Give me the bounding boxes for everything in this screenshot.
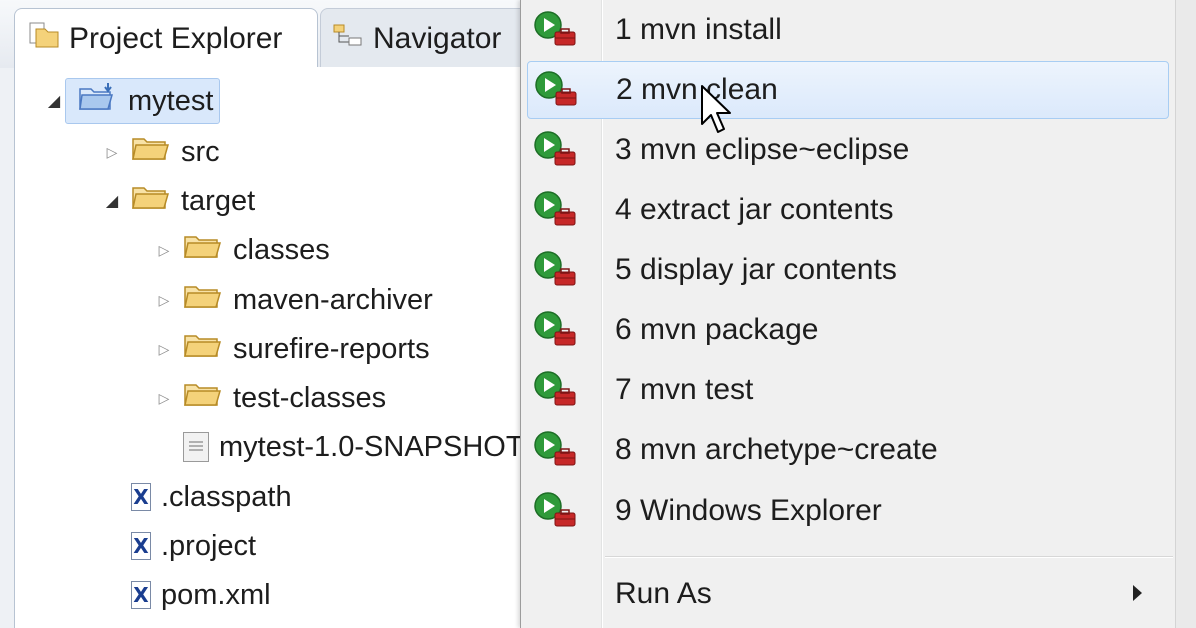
menu-item-label: 6 mvn package (615, 313, 819, 346)
tree-item-maven-archiver[interactable]: ▷ maven-archiver (153, 277, 433, 323)
external-tool-run-icon (531, 188, 579, 240)
tree-item-jar[interactable]: mytest-1.0-SNAPSHOT.jar (175, 424, 561, 470)
menu-item-mvn-eclipse[interactable]: 3 mvn eclipse~eclipse (527, 121, 1169, 179)
collapse-arrow-icon[interactable]: ▷ (153, 242, 175, 259)
menu-item-windows-explorer[interactable]: 9 Windows Explorer (527, 482, 1169, 540)
menu-item-label: 2 mvn clean (616, 73, 778, 106)
collapse-arrow-icon[interactable]: ▷ (153, 390, 175, 407)
editor-edge (1175, 0, 1196, 628)
tree-item-label: surefire-reports (233, 332, 430, 365)
tree-item-label: pom.xml (161, 578, 271, 611)
tree-item-label: src (181, 135, 220, 168)
folder-icon (183, 330, 223, 368)
external-tool-run-icon (531, 248, 579, 300)
menu-item-mvn-test[interactable]: 7 mvn test (527, 361, 1169, 419)
external-tool-run-icon (531, 489, 579, 541)
folder-icon (183, 379, 223, 417)
folder-icon (131, 182, 171, 220)
external-tool-run-icon (532, 68, 580, 120)
menu-item-label: 9 Windows Explorer (615, 494, 882, 527)
tab-label: Project Explorer (69, 21, 283, 55)
jar-file-icon (183, 432, 209, 462)
menu-item-label: 7 mvn test (615, 373, 754, 406)
menu-item-label: 5 display jar contents (615, 253, 897, 286)
external-tool-run-icon (531, 8, 579, 60)
collapse-arrow-icon[interactable]: ▷ (153, 292, 175, 309)
tree-item-mytest[interactable]: ◢ mytest (43, 78, 221, 124)
tree-item-target[interactable]: ◢ target (101, 178, 255, 224)
menu-item-label: 3 mvn eclipse~eclipse (615, 133, 910, 166)
menu-item-mvn-install[interactable]: 1 mvn install (527, 1, 1169, 59)
tree-item-label: .project (161, 529, 257, 562)
tree-item-label: mytest (128, 84, 214, 117)
tree-item-surefire-reports[interactable]: ▷ surefire-reports (153, 326, 430, 372)
tree-item-project[interactable]: X .project (123, 523, 256, 569)
external-tool-run-icon (531, 308, 579, 360)
xml-file-icon: X (131, 581, 151, 609)
project-tree: ◢ mytest ▷ src ◢ target ▷ classes ▷ mave… (14, 67, 561, 628)
menu-item-run-as[interactable]: Run As (527, 565, 1169, 623)
folder-icon (131, 133, 171, 171)
tree-item-src[interactable]: ▷ src (101, 129, 220, 175)
menu-item-mvn-clean[interactable]: 2 mvn clean (527, 61, 1169, 119)
project-folder-icon (78, 81, 118, 121)
collapse-arrow-icon[interactable]: ▷ (101, 144, 123, 161)
tree-item-pom-xml[interactable]: X pom.xml (123, 572, 271, 618)
tree-item-classes[interactable]: ▷ classes (153, 227, 330, 273)
menu-separator (605, 556, 1173, 558)
collapse-arrow-icon[interactable]: ▷ (153, 341, 175, 358)
view-tab-bar: Project Explorer Navigator (0, 0, 560, 68)
menu-item-display-jar[interactable]: 5 display jar contents (527, 241, 1169, 299)
project-explorer-icon (27, 19, 61, 59)
menu-item-mvn-package[interactable]: 6 mvn package (527, 301, 1169, 359)
menu-item-label: Run As (615, 577, 712, 610)
menu-item-label: 1 mvn install (615, 13, 782, 46)
expand-arrow-icon[interactable]: ◢ (43, 91, 65, 111)
submenu-arrow-icon (1133, 585, 1142, 601)
external-tool-run-icon (531, 428, 579, 480)
navigator-icon (331, 20, 365, 58)
project-explorer-view: Project Explorer Navigator ◢ mytest ▷ sr… (0, 0, 561, 628)
menu-item-mvn-archetype[interactable]: 8 mvn archetype~create (527, 421, 1169, 479)
external-tool-run-icon (531, 128, 579, 180)
xml-file-icon: X (131, 483, 151, 511)
tree-item-label: test-classes (233, 381, 387, 414)
external-tools-menu: 1 mvn install 2 mvn clean 3 mvn eclipse~… (520, 0, 1196, 628)
xml-file-icon: X (131, 532, 151, 560)
tree-item-label: .classpath (161, 480, 292, 513)
tab-label: Navigator (373, 21, 502, 55)
tree-item-label: target (181, 184, 256, 217)
menu-item-label: 4 extract jar contents (615, 193, 894, 226)
tree-item-classpath[interactable]: X .classpath (123, 474, 292, 520)
tab-project-explorer[interactable]: Project Explorer (14, 8, 318, 68)
tree-item-test-classes[interactable]: ▷ test-classes (153, 375, 387, 421)
tree-item-label: mytest-1.0-SNAPSHOT.jar (219, 430, 561, 463)
menu-item-label: 8 mvn archetype~create (615, 433, 938, 466)
folder-icon (183, 281, 223, 319)
tree-item-label: maven-archiver (233, 283, 433, 316)
external-tool-run-icon (531, 368, 579, 420)
expand-arrow-icon[interactable]: ◢ (101, 191, 123, 211)
menu-item-extract-jar[interactable]: 4 extract jar contents (527, 181, 1169, 239)
folder-icon (183, 231, 223, 269)
tree-item-label: classes (233, 233, 330, 266)
